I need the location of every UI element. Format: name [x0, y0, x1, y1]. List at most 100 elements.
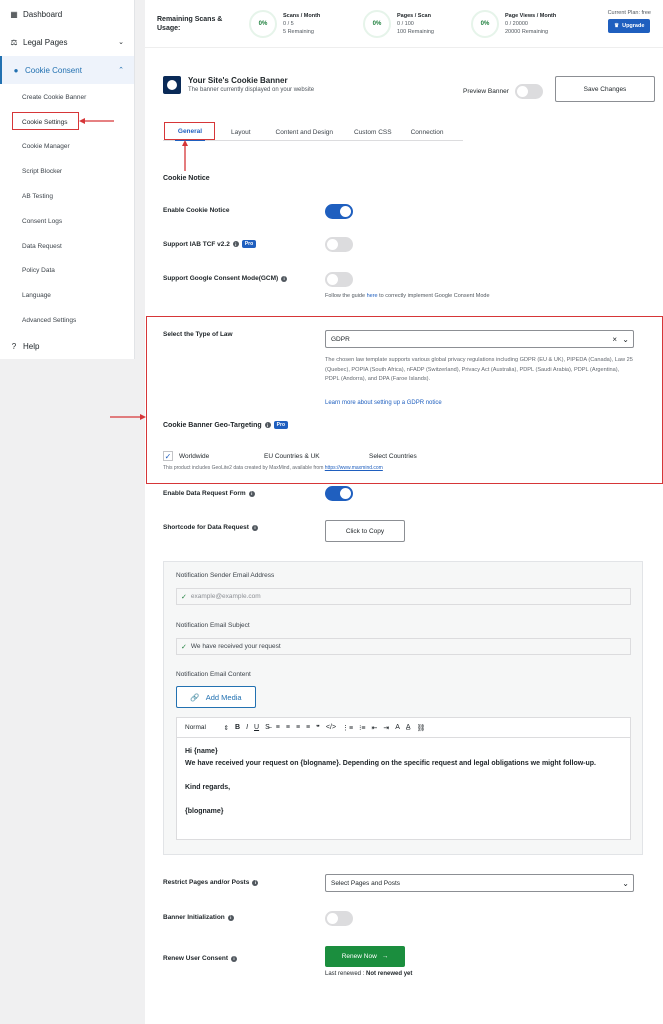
sidebar-subitem-language[interactable]: Language	[0, 283, 134, 308]
sender-email-input[interactable]: ✓ example@example.com	[176, 588, 631, 605]
sidebar-subitem-create-cookie-banner[interactable]: Create Cookie Banner	[0, 85, 134, 110]
align-center-icon[interactable]: ≡	[286, 724, 290, 731]
sidebar-item-legal-pages[interactable]: ⚖ Legal Pages ⌄	[0, 28, 134, 56]
stat-label: Pages / Scan	[397, 13, 431, 19]
renew-consent-label: Renew User Consent i	[163, 955, 238, 962]
preview-banner-toggle[interactable]	[514, 84, 543, 99]
info-icon: i	[248, 490, 255, 497]
current-plan: Current Plan: free	[607, 10, 651, 16]
highlight-box-cookie-settings	[12, 112, 79, 130]
tab-connection[interactable]: Connection	[411, 123, 444, 141]
usage-stat-pages: 0% Pages / Scan 0 / 100 100 Remaining	[363, 10, 434, 38]
email-subject-label: Notification Email Subject	[176, 622, 250, 629]
dashboard-icon: ▦	[10, 9, 18, 19]
plan-box: Current Plan: free ♛ Upgrade	[608, 10, 651, 33]
format-select[interactable]: Normal ⇕	[185, 724, 229, 732]
outdent-icon[interactable]: ⇤	[371, 724, 377, 732]
usage-bar: Remaining Scans & Usage: 0% Scans / Mont…	[145, 0, 663, 48]
stat-remaining: 100 Remaining	[397, 29, 434, 35]
enable-notice-label: Enable Cookie Notice	[163, 207, 230, 214]
iab-toggle[interactable]	[325, 237, 353, 252]
tab-custom-css[interactable]: Custom CSS	[354, 123, 392, 141]
save-changes-button[interactable]: Save Changes	[555, 76, 655, 102]
crown-icon: ♛	[614, 23, 620, 29]
sidebar-subitem-policy-data[interactable]: Policy Data	[0, 259, 134, 284]
email-line: Kind regards,	[185, 784, 231, 791]
section-title: Cookie Notice	[163, 175, 210, 182]
help-icon: ?	[11, 342, 17, 352]
bullet-list-icon[interactable]: ⁝≡	[359, 724, 365, 732]
preview-banner-control: Preview Banner	[463, 84, 543, 99]
sidebar-subitem-data-request[interactable]: Data Request	[0, 234, 134, 259]
add-media-button[interactable]: 🔗 Add Media	[176, 686, 256, 708]
highlight-box-law-section	[146, 316, 663, 484]
sidebar: ▦ Dashboard ⚖ Legal Pages ⌄ ● Cookie Con…	[0, 0, 135, 359]
stat-value: 0 / 20000	[505, 21, 528, 27]
stat-remaining: 5 Remaining	[283, 29, 314, 35]
stat-value: 0 / 100	[397, 21, 414, 27]
sidebar-item-label: Cookie Consent	[25, 65, 82, 75]
info-icon: i	[231, 955, 238, 962]
code-icon[interactable]: </>	[326, 724, 336, 731]
sidebar-item-help[interactable]: ? Help	[0, 333, 134, 361]
sidebar-subitem-script-blocker[interactable]: Script Blocker	[0, 159, 134, 184]
background-color-icon[interactable]: A̲	[406, 724, 411, 731]
preview-banner-label: Preview Banner	[463, 88, 509, 95]
arrow-right-icon: →	[381, 953, 389, 960]
stat-value: 0 / 5	[283, 21, 294, 27]
click-to-copy-button[interactable]: Click to Copy	[325, 520, 405, 542]
email-content-editor[interactable]: Normal ⇕ B I U S̶ ≡ ≡ ≡ ≡ ❞ </> ⋮≡ ⁝≡ ⇤ ⇥…	[176, 717, 631, 840]
restrict-pages-placeholder: Select Pages and Posts	[331, 879, 401, 887]
align-left-icon[interactable]: ≡	[276, 724, 280, 731]
bold-icon[interactable]: B	[235, 724, 240, 731]
sidebar-subitem-ab-testing[interactable]: AB Testing	[0, 184, 134, 209]
check-icon: ✓	[181, 593, 187, 601]
info-icon: i	[227, 914, 234, 921]
sidebar-item-cookie-consent[interactable]: ● Cookie Consent ⌃	[0, 56, 134, 84]
renew-now-button[interactable]: Renew Now →	[325, 946, 405, 967]
underline-icon[interactable]: U	[254, 724, 259, 731]
align-justify-icon[interactable]: ≡	[306, 724, 310, 731]
cookie-logo-icon	[163, 76, 181, 94]
blockquote-icon[interactable]: ❞	[316, 724, 320, 732]
enable-notice-toggle[interactable]	[325, 204, 353, 219]
sidebar-subitem-consent-logs[interactable]: Consent Logs	[0, 209, 134, 234]
data-request-form-toggle[interactable]	[325, 486, 353, 501]
email-line: Hi {name}	[185, 748, 218, 755]
chevron-down-icon: ⌄	[118, 39, 124, 46]
info-icon: i	[281, 275, 288, 282]
align-right-icon[interactable]: ≡	[296, 724, 300, 731]
editor-body[interactable]: Hi {name} We have received your request …	[177, 738, 630, 826]
link-icon[interactable]: ⛓	[417, 724, 426, 732]
progress-ring: 0%	[363, 10, 391, 38]
email-subject-input[interactable]: ✓ We have received your request	[176, 638, 631, 655]
gcm-toggle[interactable]	[325, 272, 353, 287]
gcm-guide-link[interactable]: here	[367, 293, 378, 299]
ordered-list-icon[interactable]: ⋮≡	[342, 724, 353, 732]
banner-init-toggle[interactable]	[325, 911, 353, 926]
sidebar-subitem-cookie-manager[interactable]: Cookie Manager	[0, 135, 134, 160]
annotation-arrow-sidebar	[79, 118, 114, 124]
indent-icon[interactable]: ⇥	[383, 724, 389, 732]
main-panel: Remaining Scans & Usage: 0% Scans / Mont…	[145, 0, 663, 1024]
pro-badge: Pro	[241, 240, 257, 248]
check-icon: ✓	[181, 643, 187, 651]
tab-layout[interactable]: Layout	[231, 123, 251, 141]
text-color-icon[interactable]: A	[395, 724, 400, 731]
restrict-pages-label: Restrict Pages and/or Posts i	[163, 879, 259, 886]
italic-icon[interactable]: I	[246, 724, 248, 731]
chevron-down-icon[interactable]: ⌄	[622, 879, 629, 888]
upgrade-button[interactable]: ♛ Upgrade	[608, 19, 651, 33]
info-icon: i	[251, 524, 258, 531]
progress-ring: 0%	[471, 10, 499, 38]
strikethrough-icon[interactable]: S̶	[265, 724, 270, 731]
sidebar-subitem-advanced-settings[interactable]: Advanced Settings	[0, 308, 134, 333]
email-content-label: Notification Email Content	[176, 671, 251, 678]
notification-settings-panel: Notification Sender Email Address ✓ exam…	[163, 561, 643, 855]
tab-content-design[interactable]: Content and Design	[276, 123, 333, 141]
restrict-pages-select[interactable]: Select Pages and Posts ⌄	[325, 874, 634, 892]
data-request-form-label: Enable Data Request Form i	[163, 490, 255, 497]
sender-email-label: Notification Sender Email Address	[176, 572, 275, 579]
last-renewed: Last renewed : Not renewed yet	[325, 971, 413, 977]
sidebar-item-dashboard[interactable]: ▦ Dashboard	[0, 0, 134, 28]
